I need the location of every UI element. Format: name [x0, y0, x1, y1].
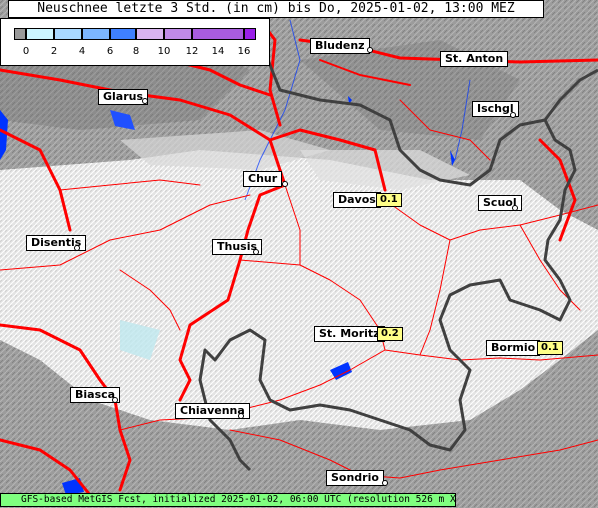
legend-swatch-7	[192, 28, 244, 40]
legend-swatch-8	[244, 28, 256, 40]
place-marker	[253, 249, 259, 255]
legend-swatch-3	[82, 28, 110, 40]
legend-swatch-4	[110, 28, 136, 40]
snow-value-st-moritz: 0.2	[377, 327, 403, 341]
legend-tick: 6	[106, 46, 114, 57]
snow-value-davos: 0.1	[376, 193, 402, 207]
snow-map	[0, 0, 598, 508]
legend-swatch-6	[164, 28, 192, 40]
place-marker	[112, 397, 118, 403]
place-label-bludenz: Bludenz	[310, 38, 370, 54]
place-label-sondrio: Sondrio	[326, 470, 384, 486]
place-label-st-moritz: St. Moritz	[314, 326, 385, 342]
legend-swatch-1	[26, 28, 54, 40]
snow-value-bormio: 0.1	[537, 341, 563, 355]
forecast-footer: GFS-based MetGIS Fcst, initialized 2025-…	[0, 493, 456, 507]
place-marker	[238, 413, 244, 419]
terrain-layer	[0, 0, 598, 508]
place-label-bormio: Bormio	[486, 340, 541, 356]
legend-tick: 0	[22, 46, 30, 57]
legend-swatch-5	[136, 28, 164, 40]
place-marker	[282, 181, 288, 187]
legend-tick: 8	[132, 46, 140, 57]
legend-swatch-2	[54, 28, 82, 40]
place-marker	[367, 47, 373, 53]
legend-tick: 16	[237, 46, 251, 57]
legend: 0 2 4 6 8 10 12 14 16	[0, 18, 270, 66]
place-label-st-anton: St. Anton	[440, 51, 509, 67]
legend-swatch-0	[14, 28, 26, 40]
place-marker	[510, 112, 516, 118]
legend-tick: 10	[157, 46, 171, 57]
place-marker	[142, 98, 148, 104]
place-marker	[74, 245, 80, 251]
place-label-glarus: Glarus	[98, 89, 149, 105]
map-title: Neuschnee letzte 3 Std. (in cm) bis Do, …	[8, 0, 544, 18]
legend-tick: 4	[78, 46, 86, 57]
legend-tick: 2	[50, 46, 58, 57]
place-marker	[512, 205, 518, 211]
legend-tick: 14	[211, 46, 225, 57]
place-marker	[382, 480, 388, 486]
place-label-davos: Davos	[333, 192, 381, 208]
legend-tick: 12	[185, 46, 199, 57]
place-label-chur: Chur	[243, 171, 283, 187]
